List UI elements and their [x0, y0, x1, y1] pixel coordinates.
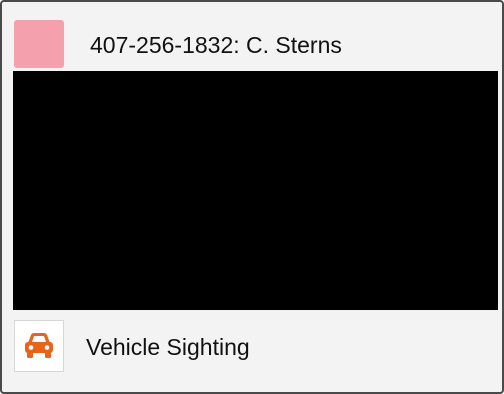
event-type-label: Vehicle Sighting: [86, 334, 250, 360]
car-icon: [14, 320, 64, 372]
video-feed[interactable]: [13, 71, 498, 310]
card-header: 407-256-1832: C. Sterns: [2, 2, 502, 70]
car-icon-graphic: [25, 333, 53, 358]
event-card[interactable]: 407-256-1832: C. Sterns Vehicle Sighting: [0, 0, 504, 394]
card-title: 407-256-1832: C. Sterns: [90, 32, 342, 58]
avatar: [14, 20, 64, 68]
card-footer: Vehicle Sighting: [2, 312, 502, 392]
